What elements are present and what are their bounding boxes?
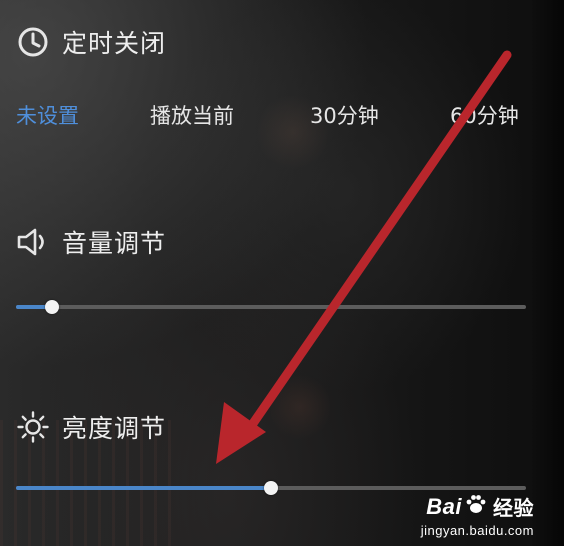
brightness-slider-fill [16,486,271,490]
baidu-jingyan-watermark: Bai 经验 jingyan.baidu.com [420,492,534,539]
brightness-section-header: 亮度调节 [16,409,166,445]
clock-icon [16,25,50,59]
background-decoration [270,372,330,442]
timer-option-play-current[interactable]: 播放当前 [150,100,234,130]
volume-section-header: 音量调节 [16,224,166,260]
timer-option-30-minutes[interactable]: 30分钟 [310,100,379,130]
timer-option-not-set[interactable]: 未设置 [16,100,79,130]
volume-slider-track [16,305,526,309]
baidu-logo: Bai 经验 [421,492,534,521]
volume-slider-thumb[interactable] [44,300,59,314]
timer-section-header: 定时关闭 [16,24,166,60]
volume-title: 音量调节 [62,229,167,258]
timer-option-60-minutes[interactable]: 60分钟 [450,100,519,130]
watermark-logo-text: Bai [426,493,462,519]
timer-title: 定时关闭 [62,29,167,58]
watermark-brand-text: 经验 [493,498,534,520]
watermark-url: jingyan.baidu.com [420,523,534,538]
paw-icon [465,493,487,521]
brightness-title: 亮度调节 [62,414,167,443]
speaker-icon [16,225,50,259]
sun-icon [16,410,50,444]
background-shade [530,0,564,546]
volume-slider[interactable] [16,296,526,318]
brightness-slider-thumb[interactable] [264,481,278,495]
